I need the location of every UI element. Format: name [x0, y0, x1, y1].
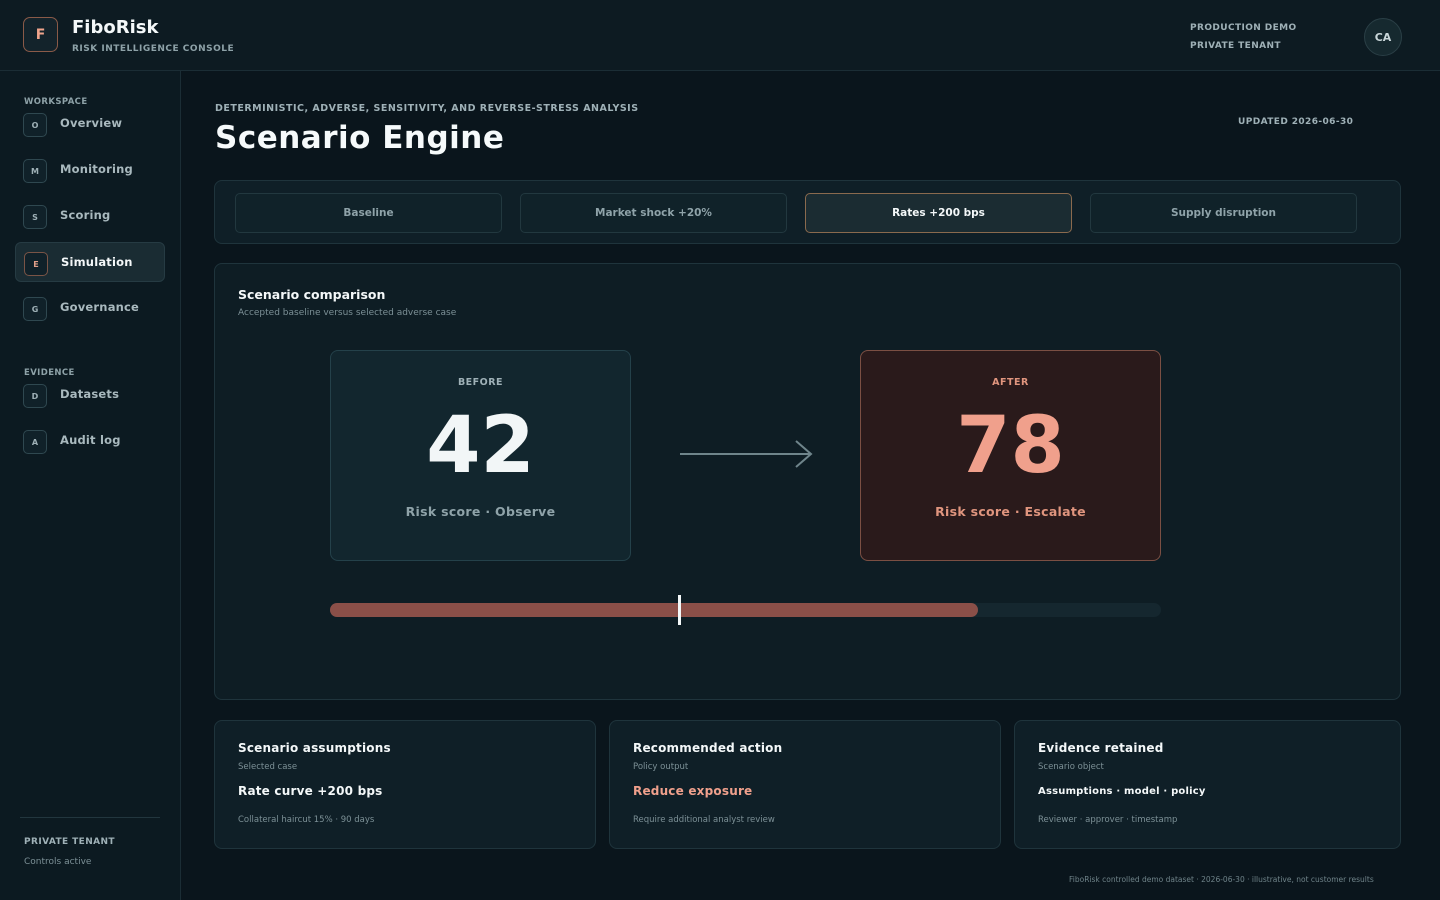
card-value: Rate curve +200 bps	[238, 784, 383, 798]
top-bar: F FiboRisk RISK INTELLIGENCE CONSOLE PRO…	[0, 0, 1440, 71]
audit-log-icon: A	[23, 430, 47, 454]
card-title: Scenario assumptions	[238, 741, 391, 755]
app-name: FiboRisk	[72, 17, 159, 38]
tenant-status: Controls active	[24, 857, 92, 867]
tab-market-shock[interactable]: Market shock +20%	[520, 193, 787, 233]
governance-icon: G	[23, 297, 47, 321]
risk-scale-fill	[330, 603, 979, 617]
environment-label: PRODUCTION DEMO	[1190, 23, 1297, 33]
card-value: Assumptions · model · policy	[1038, 786, 1206, 797]
scenario-tabs: Baseline Market shock +20% Rates +200 bp…	[214, 180, 1401, 244]
after-caption: Risk score · Escalate	[935, 504, 1086, 519]
user-avatar[interactable]: CA	[1364, 18, 1402, 56]
card-value: Reduce exposure	[633, 784, 753, 798]
comparison-subtitle: Accepted baseline versus selected advers…	[238, 308, 457, 318]
scoring-icon: S	[23, 205, 47, 229]
card-note: Require additional analyst review	[633, 815, 775, 825]
tenant-title: PRIVATE TENANT	[24, 837, 115, 847]
card-title: Recommended action	[633, 741, 783, 755]
card-title: Evidence retained	[1038, 741, 1164, 755]
sidebar: WORKSPACE O Overview M Monitoring S Scor…	[0, 71, 181, 900]
datasets-icon: D	[23, 384, 47, 408]
sidebar-item-datasets[interactable]: D Datasets	[15, 375, 165, 415]
card-note: Reviewer · approver · timestamp	[1038, 815, 1178, 825]
card-subtitle: Scenario object	[1038, 762, 1104, 772]
updated-date: UPDATED 2026-06-30	[1238, 117, 1354, 127]
arrow-right-icon	[680, 440, 813, 468]
scenario-assumptions-card: Scenario assumptions Selected case Rate …	[214, 720, 596, 849]
after-score: 78	[956, 401, 1065, 491]
sidebar-item-label: Overview	[60, 116, 123, 130]
card-subtitle: Policy output	[633, 762, 689, 772]
tab-baseline[interactable]: Baseline	[235, 193, 502, 233]
scenario-comparison-panel: Scenario comparison Accepted baseline ve…	[214, 263, 1401, 700]
monitoring-icon: M	[23, 159, 47, 183]
sidebar-item-label: Simulation	[61, 255, 133, 269]
tenant-label: PRIVATE TENANT	[1190, 41, 1281, 51]
after-label: AFTER	[992, 377, 1029, 388]
sidebar-item-label: Scoring	[60, 208, 111, 222]
recommended-action-card: Recommended action Policy output Reduce …	[609, 720, 1001, 849]
risk-scale-track	[330, 595, 1161, 625]
app-subtitle: RISK INTELLIGENCE CONSOLE	[72, 44, 235, 54]
card-note: Collateral haircut 15% · 90 days	[238, 815, 375, 825]
page-eyebrow: DETERMINISTIC, ADVERSE, SENSITIVITY, AND…	[215, 103, 639, 114]
sidebar-item-governance[interactable]: G Governance	[15, 288, 165, 328]
before-caption: Risk score · Observe	[405, 504, 556, 519]
sidebar-item-label: Audit log	[60, 433, 121, 447]
sidebar-item-monitoring[interactable]: M Monitoring	[15, 150, 165, 190]
sidebar-item-audit-log[interactable]: A Audit log	[15, 421, 165, 461]
page-title: Scenario Engine	[215, 120, 505, 156]
sidebar-item-overview[interactable]: O Overview	[15, 104, 165, 144]
before-label: BEFORE	[457, 377, 504, 388]
tab-rates-200bps[interactable]: Rates +200 bps	[805, 193, 1072, 233]
overview-icon: O	[23, 113, 47, 137]
tab-supply-disruption[interactable]: Supply disruption	[1090, 193, 1357, 233]
sidebar-item-label: Monitoring	[60, 162, 133, 176]
after-score-card: AFTER 78 Risk score · Escalate	[860, 350, 1161, 561]
card-subtitle: Selected case	[238, 762, 298, 772]
comparison-title: Scenario comparison	[238, 287, 386, 302]
before-score: 42	[426, 401, 535, 491]
sidebar-item-label: Governance	[60, 300, 140, 314]
evidence-retained-card: Evidence retained Scenario object Assump…	[1014, 720, 1401, 849]
sidebar-divider	[20, 817, 160, 818]
sidebar-item-simulation[interactable]: E Simulation	[15, 242, 165, 282]
sidebar-item-label: Datasets	[60, 387, 120, 401]
baseline-marker	[677, 595, 681, 625]
before-score-card: BEFORE 42 Risk score · Observe	[330, 350, 631, 561]
logo-icon[interactable]: F	[23, 17, 58, 52]
sidebar-item-scoring[interactable]: S Scoring	[15, 196, 165, 236]
footer-note: FiboRisk controlled demo dataset · 2026-…	[1069, 875, 1374, 884]
simulation-icon: E	[24, 252, 48, 276]
